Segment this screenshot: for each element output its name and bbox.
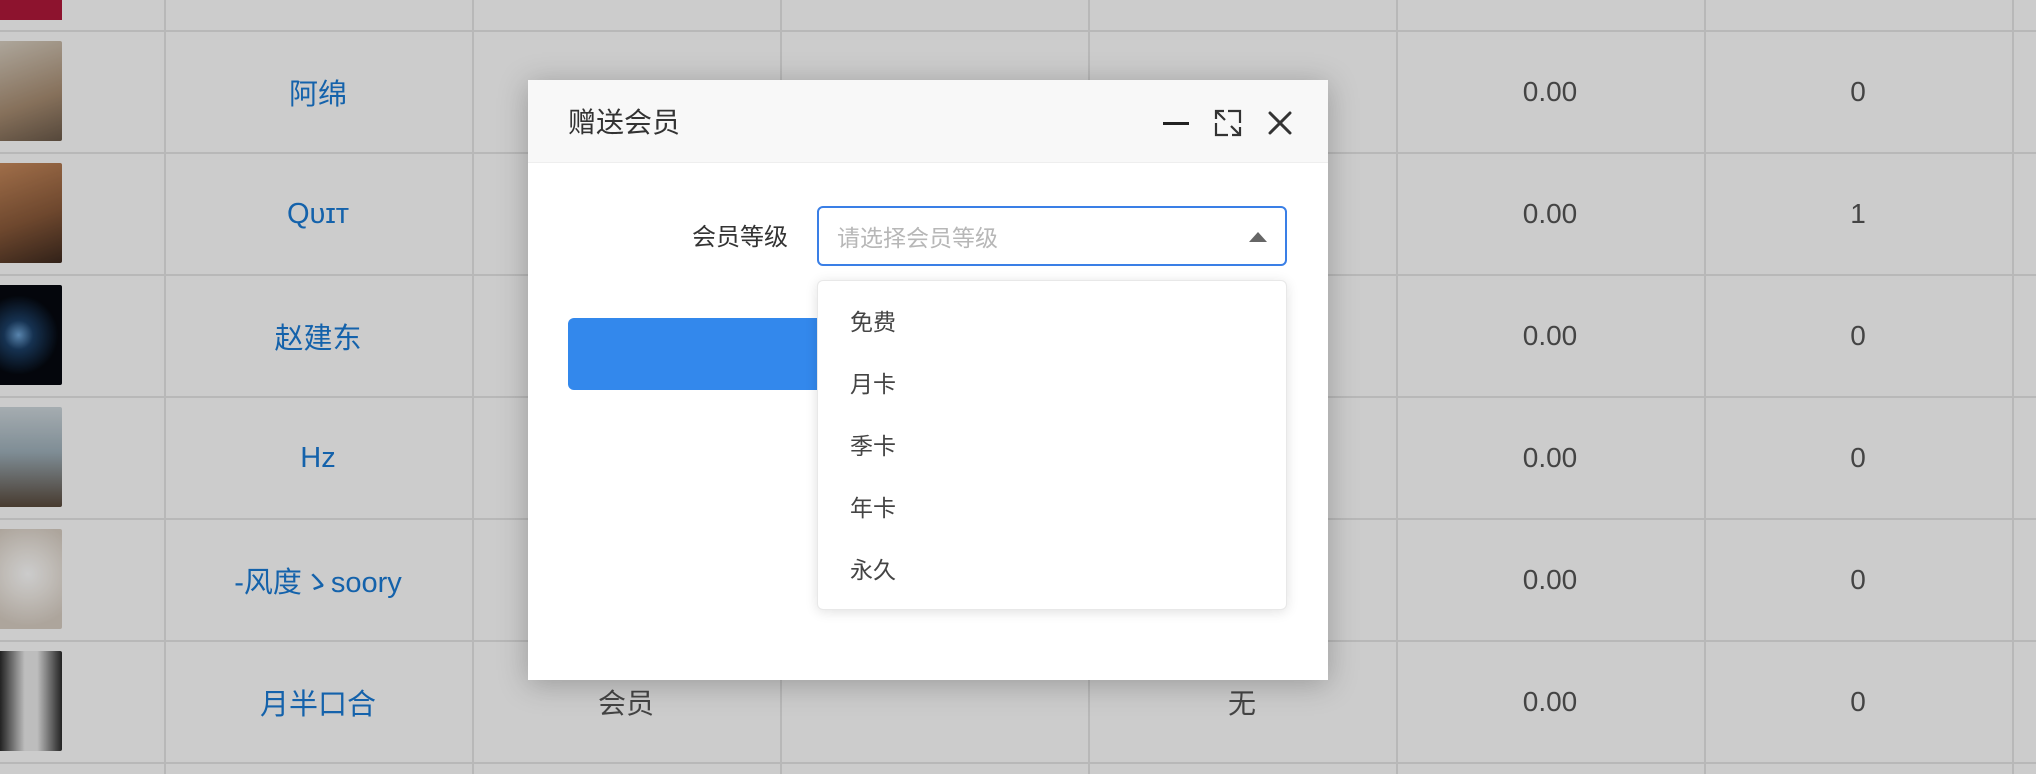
member-level-dropdown: 免费 月卡 季卡 年卡 永久	[817, 280, 1287, 610]
caret-up-icon	[1249, 232, 1267, 242]
dialog-header: 赠送会员	[528, 80, 1328, 163]
member-level-label: 会员等级	[692, 224, 788, 251]
member-level-select[interactable]: 请选择会员等级	[817, 206, 1287, 266]
option-lifetime[interactable]: 永久	[818, 539, 1286, 601]
member-level-row: 会员等级 请选择会员等级	[528, 206, 1328, 270]
option-yearly[interactable]: 年卡	[818, 477, 1286, 539]
option-free[interactable]: 免费	[818, 291, 1286, 353]
option-quarterly[interactable]: 季卡	[818, 415, 1286, 477]
dialog-title: 赠送会员	[568, 107, 681, 138]
select-placeholder: 请选择会员等级	[837, 225, 998, 251]
option-monthly[interactable]: 月卡	[818, 353, 1286, 415]
close-icon[interactable]	[1264, 107, 1296, 139]
maximize-icon[interactable]	[1212, 107, 1244, 139]
minimize-icon[interactable]	[1160, 107, 1192, 139]
